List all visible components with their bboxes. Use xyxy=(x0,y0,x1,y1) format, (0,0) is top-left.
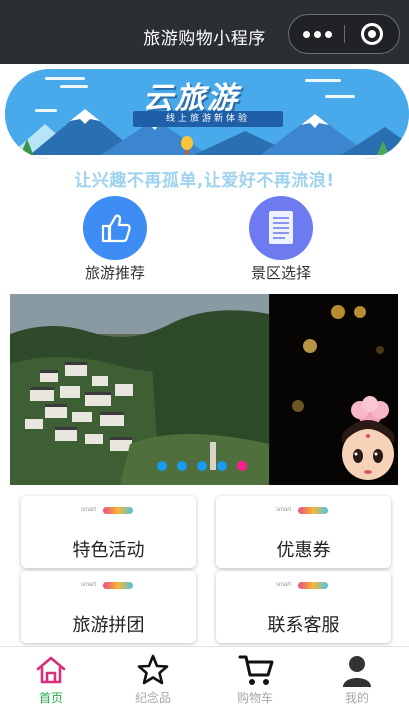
smart-logo: smart xyxy=(276,506,332,515)
tab-label: 购物车 xyxy=(236,691,273,705)
capsule-divider xyxy=(344,25,345,43)
card-label: 旅游拼团 xyxy=(72,615,145,636)
carousel-slide-doll-photo xyxy=(270,294,398,485)
carousel-dot-active[interactable] xyxy=(237,461,247,471)
tab-label: 首页 xyxy=(38,691,63,705)
carousel-dot[interactable] xyxy=(177,461,187,471)
smart-logo: smart xyxy=(81,506,137,515)
card-group-tour[interactable]: smart 旅游拼团 xyxy=(21,571,196,643)
mini-program-capsule xyxy=(288,14,400,54)
cart-icon xyxy=(238,655,274,685)
close-mini-program-icon[interactable] xyxy=(361,23,383,45)
home-icon xyxy=(36,656,66,684)
card-customer-service[interactable]: smart 联系客服 xyxy=(216,571,391,643)
hero-banner[interactable]: 云旅游 线上旅游新体验 xyxy=(5,69,409,159)
tab-souvenirs[interactable]: 纪念品 xyxy=(102,647,204,711)
feature-travel-recommend[interactable]: 旅游推荐 xyxy=(60,196,170,283)
star-icon xyxy=(137,654,169,685)
more-menu-button[interactable] xyxy=(289,15,345,53)
status-bar xyxy=(0,0,409,8)
tab-cart[interactable]: 购物车 xyxy=(204,647,306,711)
feature-scenic-select[interactable]: 景区选择 xyxy=(226,196,336,283)
carousel-dot[interactable] xyxy=(157,461,167,471)
navigation-bar: 旅游购物小程序 xyxy=(0,8,409,64)
slogan-text: 让兴趣不再孤单,让爱好不再流浪! xyxy=(74,171,335,191)
user-icon xyxy=(343,656,371,687)
feature-label: 旅游推荐 xyxy=(84,264,145,282)
thumbs-up-icon xyxy=(83,196,147,260)
tab-label: 纪念品 xyxy=(134,691,171,705)
card-label: 联系客服 xyxy=(267,615,340,636)
carousel-dot[interactable] xyxy=(217,461,227,471)
more-dots-icon xyxy=(313,30,321,38)
carousel-indicators xyxy=(157,461,257,471)
tab-mine[interactable]: 我的 xyxy=(306,647,408,711)
smart-logo: smart xyxy=(276,581,332,590)
tab-home[interactable]: 首页 xyxy=(0,647,102,711)
document-icon xyxy=(249,196,313,260)
smart-logo: smart xyxy=(81,581,137,590)
card-label: 特色活动 xyxy=(72,540,145,561)
banner-subtitle: 线上旅游新体验 xyxy=(133,111,283,127)
carousel-slide-village-photo xyxy=(10,294,269,485)
card-special-activities[interactable]: smart 特色活动 xyxy=(21,496,196,568)
feature-label: 景区选择 xyxy=(250,264,311,282)
image-carousel[interactable] xyxy=(10,294,398,485)
card-coupons[interactable]: smart 优惠券 xyxy=(216,496,391,568)
more-dots-icon xyxy=(302,30,310,38)
more-dots-icon xyxy=(324,30,332,38)
tab-label: 我的 xyxy=(344,691,369,705)
card-label: 优惠券 xyxy=(276,540,331,561)
carousel-dot[interactable] xyxy=(197,461,207,471)
bottom-tab-bar: 首页 纪念品 购物车 我的 xyxy=(0,646,409,710)
